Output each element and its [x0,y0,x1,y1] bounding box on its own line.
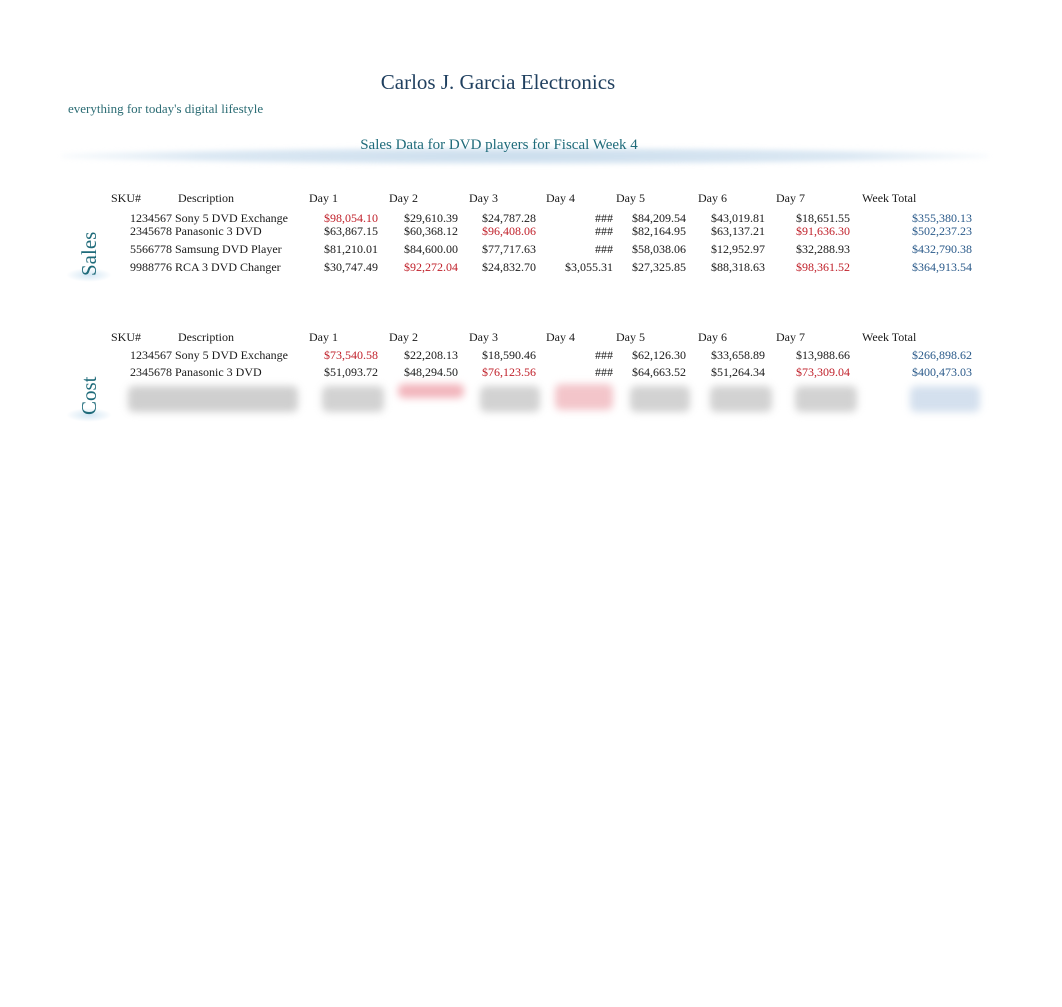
sales-header-day-7: Day 7 [776,191,805,205]
cost-day-4-cell: ### [595,365,613,379]
cost-header-sku-: SKU# [111,330,142,344]
blurred-cell [480,386,540,412]
sales-description-cell: RCA 3 DVD Changer [175,260,281,274]
sales-sku-cell: 2345678 [130,224,172,238]
cost-day-7-cell: $73,309.04 [786,362,860,383]
sales-day-1-cell: $30,747.49 [324,260,378,274]
cost-description-cell: Sony 5 DVD Exchange [175,348,288,362]
cost-header-day-3: Day 3 [469,330,498,344]
cost-day-4-cell: ### [595,348,613,362]
sales-header-day-1: Day 1 [309,191,338,205]
cost-week-total-cell: $400,473.03 [912,365,972,379]
cost-header-day-4: Day 4 [546,330,575,344]
cost-day-2-cell: $22,208.13 [404,348,458,362]
sales-description-cell: Samsung DVD Player [175,242,282,256]
sales-day-4-cell: $3,055.31 [565,260,613,274]
sales-day-1-cell: $63,867.15 [324,224,378,238]
sales-sku-cell: 9988776 [130,260,172,274]
sales-week-total-cell: $502,237.23 [912,224,972,238]
company-title: Carlos J. Garcia Electronics [380,70,616,94]
cost-day-3-cell: $18,590.46 [482,348,536,362]
sales-week-total-cell: $432,790.38 [912,242,972,256]
sales-day-5-cell: $82,164.95 [632,224,686,238]
blurred-cell [630,386,690,412]
cost-day-2-cell: $48,294.50 [404,365,458,379]
sales-day-6-cell: $63,137.21 [711,224,765,238]
sales-header-day-6: Day 6 [698,191,727,205]
sales-header-week-total: Week Total [862,191,917,205]
sales-section-label: Sales [77,231,101,276]
sales-header-day-3: Day 3 [469,191,498,205]
sales-day-7-cell: $32,288.93 [796,242,850,256]
sales-day-5-cell: $27,325.85 [632,260,686,274]
sales-description-cell: Panasonic 3 DVD [175,224,262,238]
cost-day-7-cell: $13,988.66 [796,348,850,362]
sales-day-3-cell: $77,717.63 [482,242,536,256]
cost-sku-cell: 1234567 [130,348,172,362]
sales-day-2-cell: $84,600.00 [404,242,458,256]
blurred-cell [398,384,464,398]
cost-header-day-7: Day 7 [776,330,805,344]
sales-day-7-cell: $98,361.52 [786,257,860,278]
cost-day-1-cell: $51,093.72 [324,365,378,379]
cost-header-day-2: Day 2 [389,330,418,344]
sales-day-4-cell: ### [595,242,613,256]
cost-day-3-cell: $76,123.56 [472,362,546,383]
sales-day-3-cell: $24,832.70 [482,260,536,274]
sales-day-3-cell: $96,408.06 [472,221,546,242]
sales-day-6-cell: $88,318.63 [711,260,765,274]
blurred-cell [795,386,857,412]
sales-day-5-cell: $58,038.06 [632,242,686,256]
cost-day-6-cell: $33,658.89 [711,348,765,362]
sales-header-day-2: Day 2 [389,191,418,205]
cost-header-day-6: Day 6 [698,330,727,344]
cost-day-1-cell: $73,540.58 [314,345,388,366]
sales-day-2-cell: $92,272.04 [394,257,468,278]
sales-day-4-cell: ### [595,224,613,238]
sales-sku-cell: 5566778 [130,242,172,256]
cost-section-label: Cost [77,376,101,415]
sales-header-description: Description [178,191,234,205]
cost-header-week-total: Week Total [862,330,917,344]
cost-header-day-1: Day 1 [309,330,338,344]
blurred-cell [128,386,298,412]
sales-header-day-4: Day 4 [546,191,575,205]
cost-week-total-cell: $266,898.62 [912,348,972,362]
blurred-cell [910,386,980,412]
sales-header-sku-: SKU# [111,191,142,205]
cost-day-6-cell: $51,264.34 [711,365,765,379]
cost-description-cell: Panasonic 3 DVD [175,365,262,379]
cost-sku-cell: 2345678 [130,365,172,379]
blurred-cell [322,386,384,412]
cost-header-description: Description [178,330,234,344]
sales-day-1-cell: $81,210.01 [324,242,378,256]
blurred-cell [710,386,772,412]
cost-day-5-cell: $62,126.30 [632,348,686,362]
sales-day-6-cell: $12,952.97 [711,242,765,256]
blurred-cell [555,384,613,410]
company-tagline: everything for today's digital lifestyle [68,101,264,116]
cost-day-5-cell: $64,663.52 [632,365,686,379]
cost-header-day-5: Day 5 [616,330,645,344]
report-subtitle: Sales Data for DVD players for Fiscal We… [360,137,638,153]
sales-day-2-cell: $60,368.12 [404,224,458,238]
sales-day-7-cell: $91,636.30 [786,221,860,242]
sales-header-day-5: Day 5 [616,191,645,205]
sales-week-total-cell: $364,913.54 [912,260,972,274]
